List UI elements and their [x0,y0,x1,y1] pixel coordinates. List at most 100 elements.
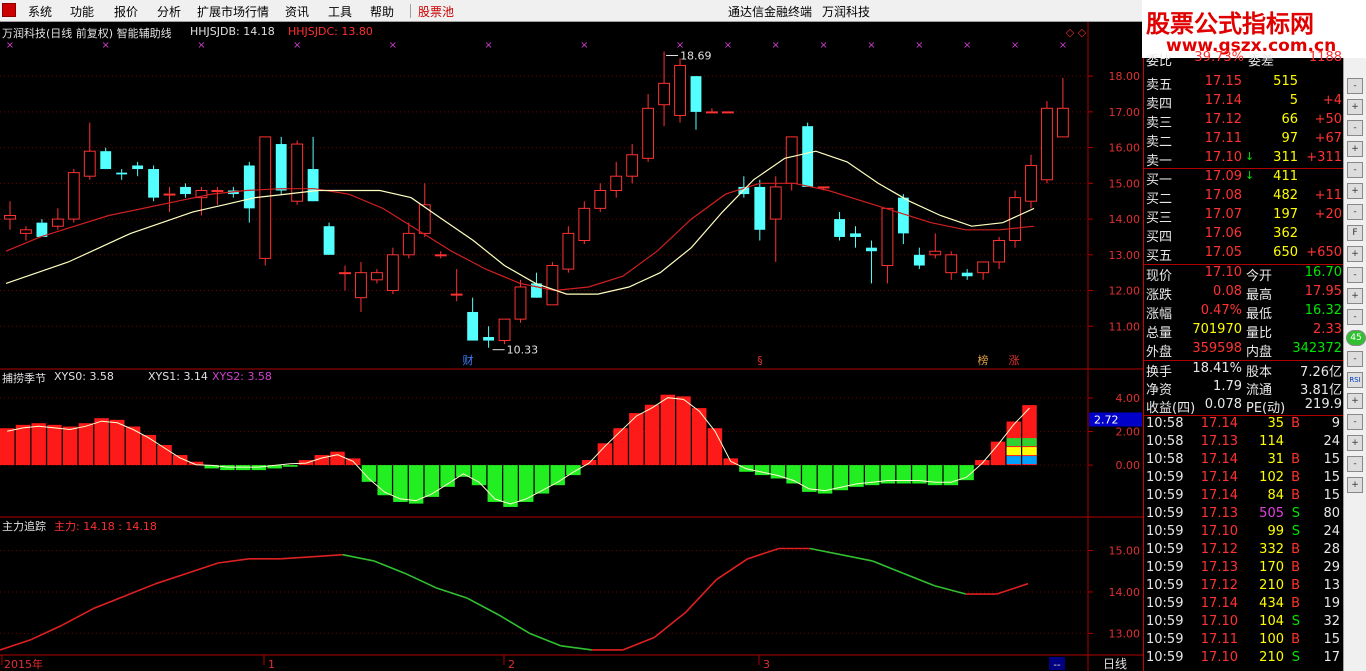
toolbar-button-icon[interactable]: RSI [1347,372,1363,388]
candle-body-down [116,172,128,175]
main-force-line-segment [996,582,1029,595]
menu-extended-market[interactable]: 扩展市场行情 [197,3,269,20]
fundamental-label: 股本 [1246,365,1273,380]
toolbar-button-icon[interactable]: + [1347,99,1363,115]
oscillator-band-block [1006,447,1022,456]
stat-value: 17.95 [1304,284,1342,299]
main-force-line-segment [809,547,842,556]
oscillator-bar-positive [141,434,157,466]
chart-area[interactable]: 18.00 17.00 16.00 15.00 14.00 13.00 12.00 11.00… [0,22,1143,671]
down-arrow-icon: ↓ [1245,169,1255,182]
tick-price: 17.14 [1200,416,1238,431]
candle-body-down [307,169,319,202]
candle-body-up [929,250,942,256]
ask-level-row[interactable]: 卖三 17.12 66 +50 [1144,112,1344,131]
tick-time: 10:58 [1146,434,1184,449]
oscillator-bar-positive [110,419,125,466]
price-axis-label: 17.00 [1109,106,1141,119]
bid-price: 17.07 [1204,207,1242,222]
menu-analysis[interactable]: 分析 [157,3,181,20]
menu-help[interactable]: 帮助 [370,3,394,20]
toolbar-button-icon[interactable]: - [1347,456,1363,472]
oscillator-bar-positive [692,408,707,466]
tick-side: B [1291,470,1300,485]
toolbar-button-icon[interactable]: - [1347,120,1363,136]
toolbar-button-icon[interactable]: - [1347,204,1363,220]
oscillator-bar-positive [330,451,345,466]
toolbar-button-icon[interactable]: + [1347,141,1363,157]
oscillator-bar-negative [408,465,424,504]
stat-value: 0.47% [1200,303,1242,318]
toolbar-button-icon[interactable]: - [1347,162,1363,178]
menu-system[interactable]: 系统 [28,3,52,20]
main-force-line-segment [61,607,94,626]
bid-volume: 650 [1273,245,1298,260]
bid-level-label: 买一 [1146,173,1173,188]
menu-info[interactable]: 资讯 [285,3,309,20]
toolbar-button-icon[interactable]: F [1347,225,1363,241]
bid-level-label: 买二 [1146,192,1173,207]
toolbar-button-icon[interactable]: - [1347,414,1363,430]
tick-price: 17.14 [1200,488,1238,503]
ask-volume: 311 [1273,150,1298,165]
signal-marker-icon: × [724,40,732,51]
candle-body-up [4,215,16,220]
candle-body-up [610,175,623,191]
candle-body-up [20,229,32,234]
menu-tools[interactable]: 工具 [328,3,352,20]
toolbar-button-icon[interactable]: + [1347,435,1363,451]
toolbar-button-icon[interactable]: - [1347,351,1363,367]
candle-body-down [148,169,160,198]
oscillator-bar-positive [298,460,314,466]
bid-level-row[interactable]: 买四 17.06 362 [1144,226,1344,245]
tick-time: 10:59 [1146,524,1184,539]
toolbar-button-icon[interactable]: - [1347,78,1363,94]
toolbar-button-icon[interactable]: + [1347,183,1363,199]
menu-quote[interactable]: 报价 [114,3,138,20]
ask-level-row[interactable]: 卖一 17.10 311 +311 ↓ [1144,150,1344,169]
toolbar-button-icon[interactable]: + [1347,246,1363,262]
kline-chart[interactable]: 18.0017.0016.0015.0014.0013.0012.0011.00… [0,22,1143,671]
fundamental-value: 3.81亿 [1300,383,1342,398]
bid-level-row[interactable]: 买五 17.05 650 +650 [1144,245,1344,264]
tick-row: 10:58 17.14 35 B 9 [1144,416,1344,435]
stat-value: 16.70 [1304,265,1342,280]
main-force-line-segment [93,595,125,610]
tick-row: 10:59 17.14 102 B 15 [1144,470,1344,489]
stat-label: 量比 [1246,326,1273,341]
tick-side: B [1291,560,1300,575]
candle-body-up [562,232,575,270]
candle-body-up [658,82,671,106]
menu-stock-pool[interactable]: 股票池 [418,3,454,20]
main-force-line-segment [155,572,188,585]
toolbar-button-icon[interactable]: - [1347,309,1363,325]
signal-marker-icon: × [819,40,827,51]
tick-time: 10:59 [1146,650,1184,665]
toolbar-button-icon[interactable]: 45 [1346,330,1366,346]
candle-body-up [402,232,415,256]
toolbar-button-icon[interactable]: - [1347,267,1363,283]
stat-value: 359598 [1192,341,1242,356]
candle-body-up [769,186,782,220]
toolbar-button-icon[interactable]: + [1347,288,1363,304]
bid-level-row[interactable]: 买二 17.08 482 +11 [1144,188,1344,207]
ask-price: 17.14 [1204,93,1242,108]
ask-level-row[interactable]: 卖二 17.11 97 +67 [1144,131,1344,150]
price-axis-label: 12.00 [1109,285,1141,298]
menu-function[interactable]: 功能 [70,3,94,20]
toolbar-button-icon[interactable]: + [1347,393,1363,409]
bid-level-row[interactable]: 买一 17.09 411 ↓ [1144,169,1344,188]
tick-time: 10:58 [1146,452,1184,467]
ask-price: 17.15 [1204,74,1242,89]
tick-side: B [1291,578,1300,593]
ask-level-row[interactable]: 卖四 17.14 5 +4 [1144,93,1344,112]
candle-body-up [674,64,686,116]
bid-level-row[interactable]: 买三 17.07 197 +20 [1144,207,1344,226]
toolbar-button-icon[interactable]: + [1347,477,1363,493]
main-panel-title: 万润科技(日线 前复权) 智能辅助线 [2,27,172,40]
oscillator-bar-positive [62,426,78,466]
ask-level-row[interactable]: 卖五 17.15 515 [1144,74,1344,93]
time-axis-label: 1 [268,658,275,671]
candle-body-up [67,172,80,220]
event-marker: 涨 [1009,354,1020,367]
